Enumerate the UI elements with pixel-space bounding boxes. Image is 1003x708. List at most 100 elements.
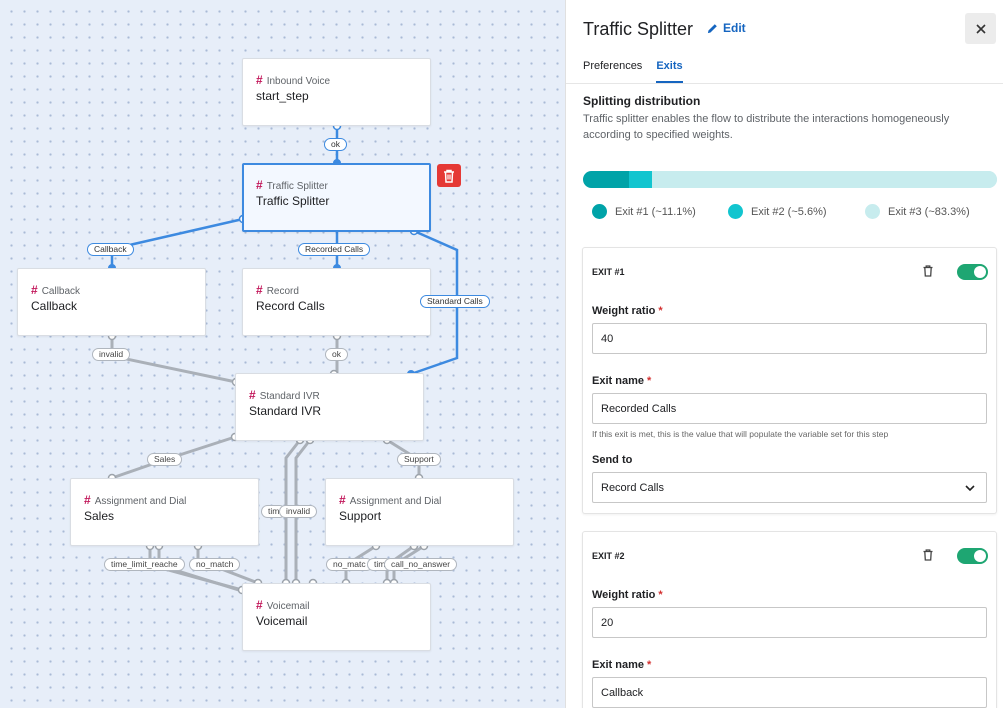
legend-dot	[592, 204, 607, 219]
legend-item: Exit #3 (~83.3%)	[865, 204, 970, 219]
node-name: Standard IVR	[249, 404, 322, 418]
edge-label-time-limit-reached[interactable]: time_limit_reache	[104, 558, 185, 571]
node-name: Record Calls	[256, 299, 325, 313]
node-type-text: Voicemail	[266, 601, 310, 612]
legend-item: Exit #2 (~5.6%)	[728, 204, 865, 219]
node-type-label: # Assignment and Dial	[84, 493, 186, 507]
edge-label-support[interactable]: Support	[397, 453, 441, 466]
node-type-label: # Inbound Voice	[256, 73, 330, 87]
exit-name-help: If this exit is met, this is the value t…	[592, 429, 889, 439]
edge-label-standard-calls[interactable]: Standard Calls	[420, 295, 490, 308]
label-text: Exit name	[592, 375, 644, 387]
exit-name-label: Exit name *	[592, 375, 651, 387]
trash-icon	[923, 265, 933, 277]
node-type-label: # Assignment and Dial	[339, 493, 441, 507]
hash-icon: #	[256, 283, 263, 297]
hash-icon: #	[31, 283, 38, 297]
hash-icon: #	[249, 388, 256, 402]
node-traffic-splitter[interactable]: # Traffic Splitter Traffic Splitter	[242, 163, 431, 232]
section-description: Traffic splitter enables the flow to dis…	[583, 113, 950, 141]
node-type-label: # Traffic Splitter	[256, 178, 328, 192]
exit-name-label: Exit name *	[592, 659, 651, 671]
tab-preferences[interactable]: Preferences	[583, 60, 642, 83]
close-button[interactable]	[965, 13, 996, 44]
exit-card: EXIT #2 Weight ratio* Exit name*	[582, 531, 997, 708]
legend-label: Exit #2 (~5.6%)	[751, 205, 827, 218]
weight-ratio-label: Weight ratio *	[592, 305, 663, 317]
pencil-icon	[707, 23, 717, 33]
edge-label-no-match[interactable]: no_matc	[326, 558, 373, 571]
trash-icon	[923, 549, 933, 561]
label-text: Weight ratio	[592, 589, 656, 601]
weight-ratio-label: Weight ratio *	[592, 589, 663, 601]
delete-node-button[interactable]	[437, 164, 461, 187]
edge-label-ok[interactable]: ok	[325, 348, 348, 361]
hash-icon: #	[84, 493, 91, 507]
distribution-segment-3	[652, 171, 997, 188]
hash-icon: #	[256, 598, 263, 612]
send-to-select[interactable]: Record Calls	[592, 472, 987, 503]
node-inbound-voice[interactable]: # Inbound Voice start_step	[242, 58, 431, 126]
weight-ratio-input[interactable]	[592, 607, 987, 638]
node-type-label: # Standard IVR	[249, 388, 320, 402]
send-to-value: Record Calls	[601, 481, 664, 494]
hash-icon: #	[256, 178, 263, 192]
node-type-text: Inbound Voice	[266, 76, 331, 87]
node-type-text: Assignment and Dial	[349, 496, 442, 507]
legend-item: Exit #1 (~11.1%)	[592, 204, 728, 219]
panel-title: Traffic Splitter	[583, 19, 694, 39]
node-record[interactable]: # Record Record Calls	[242, 268, 431, 336]
step-settings-panel: Traffic Splitter Edit Preferences Exits …	[565, 0, 1003, 708]
node-voicemail[interactable]: # Voicemail Voicemail	[242, 583, 431, 651]
exit-heading: EXIT #1	[592, 267, 625, 277]
node-support[interactable]: # Assignment and Dial Support	[325, 478, 514, 546]
edge-label-sales[interactable]: Sales	[147, 453, 183, 466]
edge-label-ok[interactable]: ok	[324, 138, 347, 151]
chevron-down-icon	[965, 485, 975, 492]
exit-enabled-toggle[interactable]	[957, 548, 988, 564]
node-name: start_step	[256, 89, 309, 103]
tabs-divider	[566, 83, 1003, 84]
edge-label-callback[interactable]: Callback	[87, 243, 134, 256]
exit-name-input[interactable]	[592, 393, 987, 424]
legend-label: Exit #1 (~11.1%)	[615, 205, 696, 218]
node-type-label: # Callback	[31, 283, 80, 297]
exit-card: EXIT #1 Weight ratio* Exit name* If this…	[582, 247, 997, 514]
weight-ratio-input[interactable]	[592, 323, 987, 354]
required-mark: *	[646, 375, 652, 387]
delete-exit-button[interactable]	[923, 264, 933, 282]
node-type-text: Callback	[41, 286, 81, 297]
edit-button[interactable]: Edit	[707, 21, 746, 35]
node-type-label: # Voicemail	[256, 598, 310, 612]
flow-canvas[interactable]: # Inbound Voice start_step # Traffic Split…	[0, 0, 565, 708]
delete-exit-button[interactable]	[923, 548, 933, 566]
node-standard-ivr[interactable]: # Standard IVR Standard IVR	[235, 373, 424, 441]
edge-label-invalid[interactable]: invalid	[92, 348, 131, 361]
panel-tabs: Preferences Exits	[583, 60, 683, 83]
node-type-text: Assignment and Dial	[94, 496, 187, 507]
edge-label-no-match[interactable]: no_match	[189, 558, 241, 571]
edge-label-call-no-answer[interactable]: call_no_answer	[384, 558, 458, 571]
edit-button-label: Edit	[723, 21, 746, 35]
node-name: Support	[339, 509, 382, 523]
edge-label-invalid[interactable]: invalid	[279, 505, 318, 518]
distribution-legend: Exit #1 (~11.1%) Exit #2 (~5.6%) Exit #3…	[592, 204, 970, 219]
distribution-bar	[583, 171, 997, 188]
tab-exits[interactable]: Exits	[656, 60, 683, 83]
hash-icon: #	[256, 73, 263, 87]
node-name: Callback	[31, 299, 78, 313]
legend-dot	[865, 204, 880, 219]
legend-dot	[728, 204, 743, 219]
node-name: Voicemail	[256, 614, 308, 628]
exit-name-input[interactable]	[592, 677, 987, 708]
section-title: Splitting distribution	[583, 94, 701, 108]
send-to-label: Send to	[592, 454, 633, 466]
node-callback[interactable]: # Callback Callback	[17, 268, 206, 336]
edge-label-recorded-calls[interactable]: Recorded Calls	[298, 243, 371, 256]
node-type-text: Standard IVR	[259, 391, 320, 402]
node-type-text: Traffic Splitter	[266, 181, 328, 192]
exit-enabled-toggle[interactable]	[957, 264, 988, 280]
close-icon	[975, 23, 986, 34]
node-sales[interactable]: # Assignment and Dial Sales	[70, 478, 259, 546]
node-name: Sales	[84, 509, 115, 523]
